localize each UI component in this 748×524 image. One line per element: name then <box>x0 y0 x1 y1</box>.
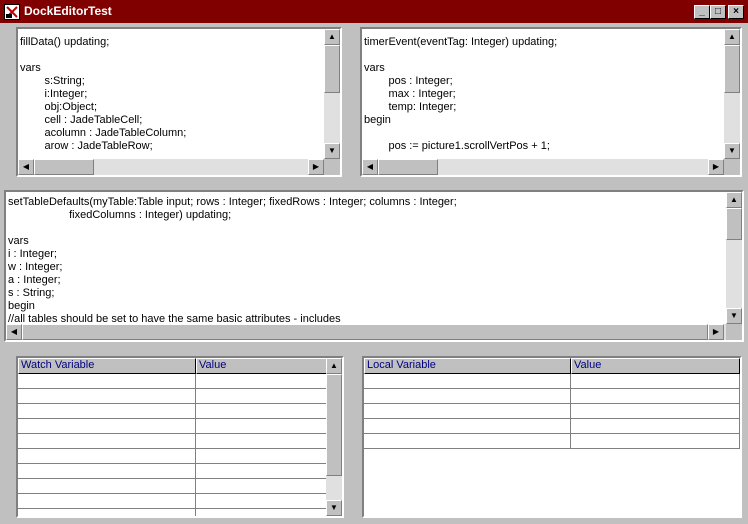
grid-header-value[interactable]: Value <box>196 358 327 374</box>
vertical-scrollbar[interactable]: ▲ ▼ <box>724 29 740 159</box>
close-button[interactable]: × <box>728 5 744 19</box>
grid-cell-variable[interactable] <box>18 419 196 434</box>
grid-cell-variable[interactable] <box>18 509 196 516</box>
grid-header-watch-variable[interactable]: Watch Variable <box>18 358 196 374</box>
grid-cell-value[interactable] <box>571 419 740 434</box>
grid-cell-value[interactable] <box>196 374 327 389</box>
scroll-down-arrow-icon[interactable]: ▼ <box>324 143 340 159</box>
grid-header-local-variable[interactable]: Local Variable <box>364 358 571 374</box>
horizontal-scrollbar[interactable]: ◀ ▶ <box>18 159 324 175</box>
code-text[interactable]: setTableDefaults(myTable:Table input; ro… <box>8 196 457 326</box>
code-text[interactable]: fillData() updating; vars s:String; i:In… <box>20 36 186 153</box>
scroll-thumb[interactable] <box>726 208 742 240</box>
vertical-scrollbar[interactable]: ▲ ▼ <box>326 358 342 516</box>
scroll-right-arrow-icon[interactable]: ▶ <box>708 324 724 340</box>
app-logo-icon <box>6 6 18 18</box>
maximize-button[interactable]: □ <box>710 5 726 19</box>
code-text[interactable]: timerEvent(eventTag: Integer) updating; … <box>364 36 557 153</box>
editor-middle[interactable]: setTableDefaults(myTable:Table input; ro… <box>4 190 744 342</box>
grid-cell-value[interactable] <box>196 479 327 494</box>
grid-cell-value[interactable] <box>196 449 327 464</box>
scroll-corner <box>724 159 740 175</box>
grid-cell-variable[interactable] <box>18 464 196 479</box>
editor-top-right[interactable]: timerEvent(eventTag: Integer) updating; … <box>360 27 742 177</box>
grid-cell-value[interactable] <box>196 509 327 516</box>
grid-cell-variable[interactable] <box>18 479 196 494</box>
horizontal-scrollbar[interactable]: ◀ ▶ <box>362 159 724 175</box>
grid-cell-variable[interactable] <box>18 374 196 389</box>
grid-cell-value[interactable] <box>571 374 740 389</box>
grid-cell-value[interactable] <box>196 404 327 419</box>
vertical-scrollbar[interactable]: ▲ ▼ <box>324 29 340 159</box>
scroll-thumb[interactable] <box>326 374 342 476</box>
grid-cell-variable[interactable] <box>18 494 196 509</box>
scroll-down-arrow-icon[interactable]: ▼ <box>724 143 740 159</box>
scroll-up-arrow-icon[interactable]: ▲ <box>324 29 340 45</box>
scroll-thumb[interactable] <box>22 324 708 340</box>
grid-cell-value[interactable] <box>196 494 327 509</box>
grid-cell-variable[interactable] <box>364 374 571 389</box>
grid-cell-variable[interactable] <box>18 434 196 449</box>
grid-cell-variable[interactable] <box>18 449 196 464</box>
scroll-thumb[interactable] <box>324 45 340 93</box>
grid-cell-value[interactable] <box>196 464 327 479</box>
scroll-down-arrow-icon[interactable]: ▼ <box>726 308 742 324</box>
grid-cell-variable[interactable] <box>364 419 571 434</box>
watch-variables-grid[interactable]: Watch Variable Value ▲ ▼ <box>16 356 344 518</box>
scroll-thumb[interactable] <box>378 159 438 175</box>
scroll-corner <box>726 324 742 340</box>
grid-cell-value[interactable] <box>196 389 327 404</box>
title-bar[interactable] <box>0 0 748 23</box>
horizontal-scrollbar[interactable]: ◀ ▶ <box>6 324 726 340</box>
scroll-left-arrow-icon[interactable]: ◀ <box>362 159 378 175</box>
grid-header-value[interactable]: Value <box>571 358 740 374</box>
grid-cell-value[interactable] <box>571 434 740 449</box>
vertical-scrollbar[interactable]: ▲ ▼ <box>726 192 742 324</box>
grid-cell-variable[interactable] <box>18 389 196 404</box>
scroll-down-arrow-icon[interactable]: ▼ <box>326 500 342 516</box>
grid-cell-value[interactable] <box>571 389 740 404</box>
scroll-left-arrow-icon[interactable]: ◀ <box>18 159 34 175</box>
grid-cell-variable[interactable] <box>364 434 571 449</box>
scroll-thumb[interactable] <box>724 45 740 93</box>
scroll-up-arrow-icon[interactable]: ▲ <box>326 358 342 374</box>
scroll-up-arrow-icon[interactable]: ▲ <box>726 192 742 208</box>
grid-cell-variable[interactable] <box>364 404 571 419</box>
scroll-left-arrow-icon[interactable]: ◀ <box>6 324 22 340</box>
scroll-corner <box>324 159 340 175</box>
scroll-right-arrow-icon[interactable]: ▶ <box>708 159 724 175</box>
scroll-up-arrow-icon[interactable]: ▲ <box>724 29 740 45</box>
app-icon[interactable] <box>4 4 20 20</box>
grid-cell-value[interactable] <box>196 419 327 434</box>
grid-cell-value[interactable] <box>196 434 327 449</box>
editor-top-left[interactable]: fillData() updating; vars s:String; i:In… <box>16 27 342 177</box>
grid-cell-variable[interactable] <box>364 389 571 404</box>
minimize-button[interactable]: _ <box>694 5 710 19</box>
scroll-right-arrow-icon[interactable]: ▶ <box>308 159 324 175</box>
window-title: DockEditorTest <box>24 4 112 18</box>
grid-cell-variable[interactable] <box>18 404 196 419</box>
local-variables-grid[interactable]: Local Variable Value <box>362 356 742 518</box>
grid-cell-value[interactable] <box>571 404 740 419</box>
scroll-thumb[interactable] <box>34 159 94 175</box>
